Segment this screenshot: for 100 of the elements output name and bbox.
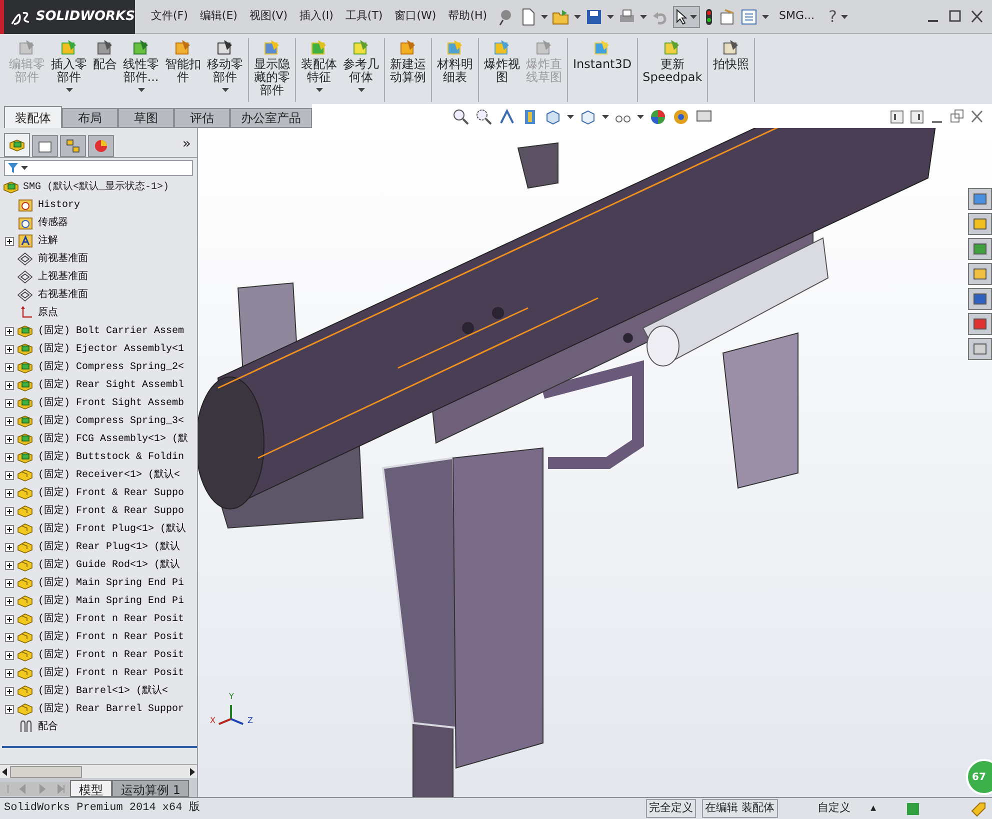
command-button[interactable]: 爆炸视 图 bbox=[481, 38, 523, 84]
tree-item[interactable]: (固定) Front & Rear Suppo bbox=[38, 504, 184, 518]
caret-icon[interactable] bbox=[762, 14, 770, 18]
tree-item[interactable]: (固定) FCG Assembly<1> (默 bbox=[38, 432, 188, 446]
close-icon[interactable] bbox=[970, 8, 984, 26]
caret-icon[interactable] bbox=[541, 14, 548, 18]
configuration-tab[interactable] bbox=[60, 135, 86, 157]
expand-toggle[interactable] bbox=[4, 416, 14, 426]
menu-item[interactable]: 编辑(E) bbox=[200, 8, 238, 25]
previous-view-icon[interactable] bbox=[498, 108, 516, 126]
expand-toggle[interactable] bbox=[4, 578, 14, 588]
display-cube-icon[interactable] bbox=[579, 108, 597, 126]
expand-toggle[interactable] bbox=[4, 488, 14, 498]
feature-tree-tab[interactable] bbox=[4, 133, 30, 157]
tree-item[interactable]: (固定) Compress Spring_2< bbox=[38, 360, 184, 374]
tree-item[interactable]: 注解 bbox=[38, 234, 58, 248]
command-button[interactable]: 移动零 部件 bbox=[204, 38, 246, 92]
tree-item[interactable]: (固定) Rear Plug<1> (默认 bbox=[38, 540, 180, 554]
caret-icon[interactable] bbox=[21, 166, 28, 170]
menu-item[interactable]: 窗口(W) bbox=[394, 8, 436, 25]
tree-item[interactable]: 右视基准面 bbox=[38, 288, 88, 302]
menu-item[interactable]: 文件(F) bbox=[151, 8, 188, 25]
tree-item[interactable]: (固定) Buttstock & Foldin bbox=[38, 450, 184, 464]
tree-item[interactable]: History bbox=[38, 198, 80, 212]
appearance-tab[interactable] bbox=[88, 135, 114, 157]
tab[interactable]: 装配体 bbox=[4, 106, 62, 128]
panel-left-icon[interactable] bbox=[890, 108, 904, 126]
expand-toggle[interactable] bbox=[4, 668, 14, 678]
caret-icon[interactable] bbox=[567, 115, 574, 119]
menu-item[interactable]: 帮助(H) bbox=[448, 8, 488, 25]
panel-right-icon[interactable] bbox=[910, 108, 924, 126]
expand-toggle[interactable] bbox=[4, 614, 14, 624]
caret-icon[interactable] bbox=[637, 115, 644, 119]
caret-icon[interactable] bbox=[690, 14, 698, 18]
tag-icon[interactable] bbox=[970, 800, 986, 816]
tree-item[interactable]: (固定) Front n Rear Posit bbox=[38, 666, 184, 680]
tree-item[interactable]: (固定) Guide Rod<1> (默认 bbox=[38, 558, 180, 572]
expand-toggle[interactable] bbox=[4, 434, 14, 444]
menu-item[interactable]: 工具(T) bbox=[345, 8, 383, 25]
command-button[interactable]: 插入零 部件 bbox=[48, 38, 90, 92]
command-button[interactable]: 新建运 动算例 bbox=[387, 38, 429, 84]
scene-icon[interactable] bbox=[672, 108, 690, 126]
caret-icon[interactable] bbox=[640, 14, 648, 18]
command-button[interactable]: 材料明 细表 bbox=[434, 38, 476, 84]
tree-item[interactable]: 前视基准面 bbox=[38, 252, 88, 266]
list-icon[interactable] bbox=[740, 8, 758, 26]
command-button[interactable]: 配合 bbox=[90, 38, 120, 71]
select-button[interactable] bbox=[673, 6, 700, 28]
units-button[interactable]: 自定义 bbox=[818, 800, 851, 817]
expand-toggle[interactable] bbox=[4, 506, 14, 516]
view-cube-icon[interactable] bbox=[544, 108, 562, 126]
tree-item[interactable]: (固定) Front Sight Assemb bbox=[38, 396, 184, 410]
tree-item[interactable]: (固定) Front n Rear Posit bbox=[38, 648, 184, 662]
command-button[interactable]: 线性零 部件... bbox=[120, 38, 162, 92]
tree-item[interactable]: 上视基准面 bbox=[38, 270, 88, 284]
menu-item[interactable]: 视图(V) bbox=[249, 8, 288, 25]
command-button[interactable]: 拍快照 bbox=[710, 38, 752, 71]
expand-toggle[interactable] bbox=[4, 236, 14, 246]
tree-item[interactable]: (固定) Receiver<1> (默认< bbox=[38, 468, 180, 482]
expand-toggle[interactable] bbox=[4, 542, 14, 552]
command-button[interactable]: 智能扣 件 bbox=[162, 38, 204, 84]
expand-toggle[interactable] bbox=[4, 524, 14, 534]
command-button[interactable]: 更新 Speedpak bbox=[640, 38, 706, 84]
expand-toggle[interactable] bbox=[4, 596, 14, 606]
save-icon[interactable] bbox=[585, 8, 604, 26]
command-button[interactable]: Instant3D bbox=[570, 38, 635, 71]
property-tab[interactable] bbox=[32, 135, 58, 157]
model-tab[interactable]: 模型 bbox=[70, 780, 112, 797]
tree-item[interactable]: SMG (默认<默认_显示状态-1>) bbox=[23, 180, 170, 194]
tree-item[interactable]: 传感器 bbox=[38, 216, 68, 230]
tree-item[interactable]: (固定) Rear Barrel Suppor bbox=[38, 702, 184, 716]
expand-toggle[interactable] bbox=[4, 560, 14, 570]
caret-icon[interactable] bbox=[574, 14, 582, 18]
model-tab[interactable]: 运动算例 1 bbox=[112, 780, 190, 797]
options-icon[interactable] bbox=[718, 8, 736, 26]
zoom-area-icon[interactable] bbox=[475, 108, 493, 126]
tree-item[interactable]: (固定) Front n Rear Posit bbox=[38, 630, 184, 644]
expand-toggle[interactable] bbox=[4, 650, 14, 660]
help-icon[interactable] bbox=[906, 802, 920, 816]
expand-toggle[interactable] bbox=[4, 362, 14, 372]
tree-item[interactable]: (固定) Rear Sight Assembl bbox=[38, 378, 184, 392]
caret-icon[interactable] bbox=[841, 14, 848, 18]
caret-icon[interactable] bbox=[607, 14, 614, 18]
zoom-fit-icon[interactable] bbox=[452, 108, 470, 126]
expand-panel-button[interactable]: » bbox=[182, 134, 191, 155]
expand-toggle[interactable] bbox=[4, 704, 14, 714]
command-button[interactable]: 显示隐 藏的零 部件 bbox=[251, 38, 293, 97]
expand-toggle[interactable] bbox=[4, 686, 14, 696]
tree-item[interactable]: (固定) Ejector Assembly<1 bbox=[38, 342, 184, 356]
tree-item[interactable]: (固定) Main Spring End Pi bbox=[38, 594, 184, 608]
tree-item[interactable]: (固定) Bolt Carrier Assem bbox=[38, 324, 184, 338]
traffic-light-icon[interactable] bbox=[704, 8, 714, 26]
command-button[interactable]: 装配体 特征 bbox=[298, 38, 340, 92]
caret-icon[interactable] bbox=[602, 115, 609, 119]
tree-item[interactable]: (固定) Front & Rear Suppo bbox=[38, 486, 184, 500]
expand-toggle[interactable] bbox=[4, 326, 14, 336]
tree-item[interactable]: (固定) Compress Spring_3< bbox=[38, 414, 184, 428]
tree-item[interactable]: (固定) Front n Rear Posit bbox=[38, 612, 184, 626]
tab[interactable]: 办公室产品 bbox=[230, 108, 312, 128]
tab[interactable]: 布局 bbox=[62, 108, 118, 128]
